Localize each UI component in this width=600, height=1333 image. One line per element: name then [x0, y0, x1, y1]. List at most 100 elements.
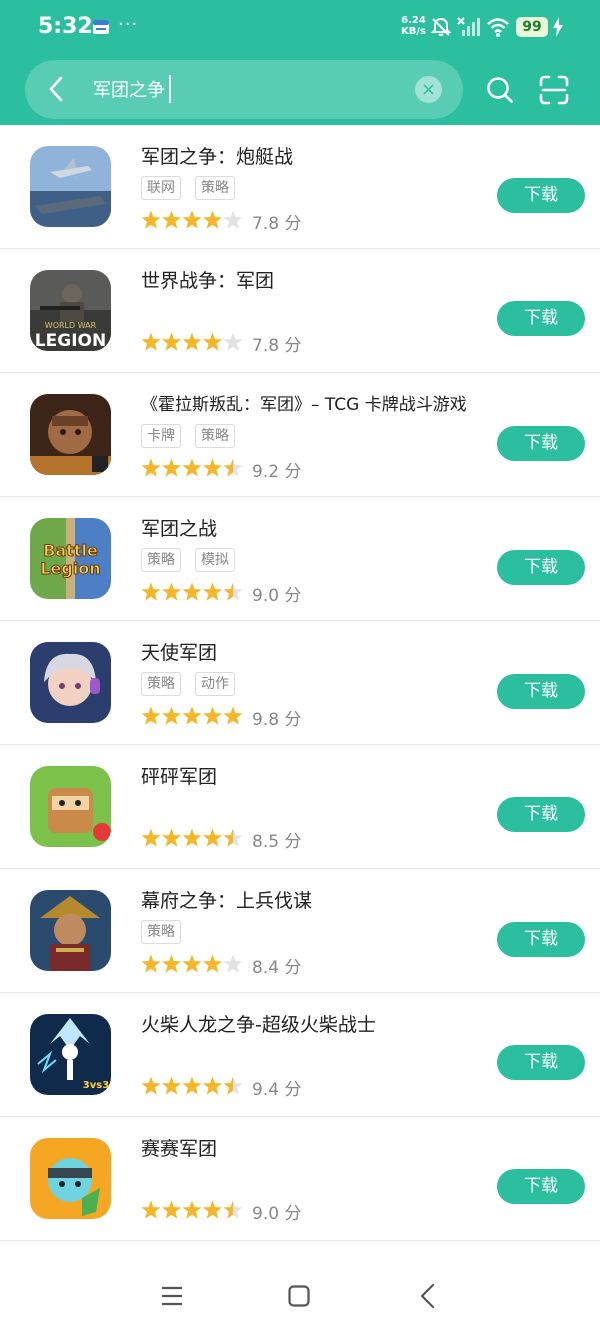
download-button[interactable]: 下载 — [497, 922, 585, 957]
download-button[interactable]: 下载 — [497, 426, 585, 461]
app-icon-battle-legion: Battle Legion — [30, 518, 111, 599]
star-icon — [141, 582, 161, 601]
download-button[interactable]: 下载 — [497, 674, 585, 709]
app-icon-gunboat-war — [30, 146, 111, 227]
star-icon — [141, 210, 161, 229]
download-button[interactable]: 下载 — [497, 797, 585, 832]
star-icon — [161, 954, 182, 973]
star-icon — [202, 706, 223, 725]
app-title[interactable]: 世界战争：军团 — [141, 266, 274, 293]
app-title[interactable]: 赛赛军团 — [141, 1134, 217, 1161]
app-row[interactable]: 幕府之争：上兵伐谋 策略 8.4 分 下载 — [0, 869, 600, 993]
app-title[interactable]: 《霍拉斯叛乱：军团》– TCG 卡牌战斗游戏 — [141, 390, 467, 415]
star-icon — [182, 458, 202, 477]
star-icon — [141, 1200, 161, 1219]
app-icon-world-war-legion: WORLD WAR LEGION — [30, 270, 111, 351]
icon-text: LEGION — [35, 331, 106, 351]
app-row[interactable]: 赛赛军团 9.0 分 下载 — [0, 1117, 600, 1241]
app-tag: 动作 — [195, 672, 235, 696]
app-title[interactable]: 幕府之争：上兵伐谋 — [141, 886, 312, 913]
app-title[interactable]: 军团之争：炮艇战 — [141, 142, 293, 169]
star-icon — [161, 332, 182, 351]
app-title[interactable]: 火柴人龙之争-超级火柴战士 — [141, 1010, 376, 1037]
download-button[interactable]: 下载 — [497, 178, 585, 213]
star-rating — [141, 332, 243, 351]
recent-apps-icon[interactable] — [161, 1285, 183, 1307]
star-icon — [223, 582, 243, 601]
nav-back-icon[interactable] — [418, 1283, 438, 1309]
star-icon — [223, 954, 243, 973]
star-icon — [161, 1076, 182, 1095]
star-rating — [141, 1200, 243, 1219]
app-row[interactable]: 军团之争：炮艇战 联网 策略 7.8 分 下载 — [0, 125, 600, 249]
app-title[interactable]: 砰砰军团 — [141, 762, 217, 789]
star-icon — [223, 210, 243, 229]
star-icon — [161, 210, 182, 229]
tag-list: 联网 策略 — [141, 176, 249, 200]
rating-score: 9.8 分 — [252, 710, 302, 730]
app-row[interactable]: 3vs3 火柴人龙之争-超级火柴战士 9.4 分 下载 — [0, 993, 600, 1117]
tag-list: 策略 动作 — [141, 672, 249, 696]
no-signal-icon — [457, 17, 480, 36]
star-icon — [182, 954, 202, 973]
star-icon — [202, 582, 223, 601]
app-icon-shogunate — [30, 890, 111, 971]
status-time: 5:32 — [38, 14, 93, 39]
app-title[interactable]: 军团之战 — [141, 514, 217, 541]
rating-score: 8.5 分 — [252, 832, 302, 852]
star-rating — [141, 458, 243, 477]
more-notifications-icon: ··· — [118, 14, 139, 35]
app-row[interactable]: 《霍拉斯叛乱：军团》– TCG 卡牌战斗游戏 卡牌 策略 9.2 分 下载 — [0, 373, 600, 497]
star-icon — [223, 828, 243, 847]
net-speed: 6.24 KB/s — [401, 15, 426, 37]
clear-search-button[interactable]: × — [415, 76, 442, 103]
scan-icon[interactable] — [539, 75, 569, 105]
star-icon — [161, 1200, 182, 1219]
app-tag: 策略 — [141, 672, 181, 696]
star-icon — [202, 458, 223, 477]
app-row[interactable]: 砰砰军团 8.5 分 下载 — [0, 745, 600, 869]
star-icon — [182, 1200, 202, 1219]
search-box[interactable] — [25, 60, 463, 119]
star-icon — [141, 706, 161, 725]
download-button[interactable]: 下载 — [497, 1045, 585, 1080]
star-icon — [202, 210, 223, 229]
app-title[interactable]: 天使军团 — [141, 638, 217, 665]
charging-icon — [553, 17, 563, 37]
star-rating — [141, 706, 243, 725]
app-tag: 联网 — [141, 176, 181, 200]
search-icon[interactable] — [486, 76, 514, 104]
app-row[interactable]: 天使军团 策略 动作 9.8 分 下载 — [0, 621, 600, 745]
icon-text: WORLD WAR — [45, 321, 97, 330]
search-input[interactable]: 军团之争 — [93, 76, 165, 102]
star-icon — [202, 1076, 223, 1095]
star-rating — [141, 1076, 243, 1095]
tag-list: 卡牌 策略 — [141, 424, 249, 448]
tag-list: 策略 — [141, 920, 195, 944]
app-row[interactable]: WORLD WAR LEGION 世界战争：军团 7.8 分 下载 — [0, 249, 600, 373]
download-button[interactable]: 下载 — [497, 550, 585, 585]
download-button[interactable]: 下载 — [497, 1169, 585, 1204]
rating-score: 8.4 分 — [252, 958, 302, 978]
app-tag: 策略 — [141, 548, 181, 572]
text-cursor — [169, 75, 171, 103]
star-icon — [202, 1200, 223, 1219]
star-icon — [223, 458, 243, 477]
download-button[interactable]: 下载 — [497, 301, 585, 336]
icon-text: Legion — [40, 559, 100, 578]
star-icon — [182, 706, 202, 725]
home-icon[interactable] — [288, 1285, 310, 1307]
rating-score: 9.0 分 — [252, 1204, 302, 1224]
app-icon-stickman-dragon: 3vs3 — [30, 1014, 111, 1095]
icon-text: Battle — [43, 541, 98, 560]
star-icon — [202, 828, 223, 847]
star-icon — [223, 332, 243, 351]
back-arrow-icon[interactable] — [44, 74, 68, 104]
rating-score: 7.8 分 — [252, 214, 302, 234]
app-icon-horus-heresy — [30, 394, 111, 475]
star-icon — [223, 1200, 243, 1219]
app-row[interactable]: Battle Legion 军团之战 策略 模拟 9.0 分 下载 — [0, 497, 600, 621]
star-icon — [141, 1076, 161, 1095]
icon-text: 3vs3 — [83, 1080, 109, 1091]
star-icon — [141, 458, 161, 477]
